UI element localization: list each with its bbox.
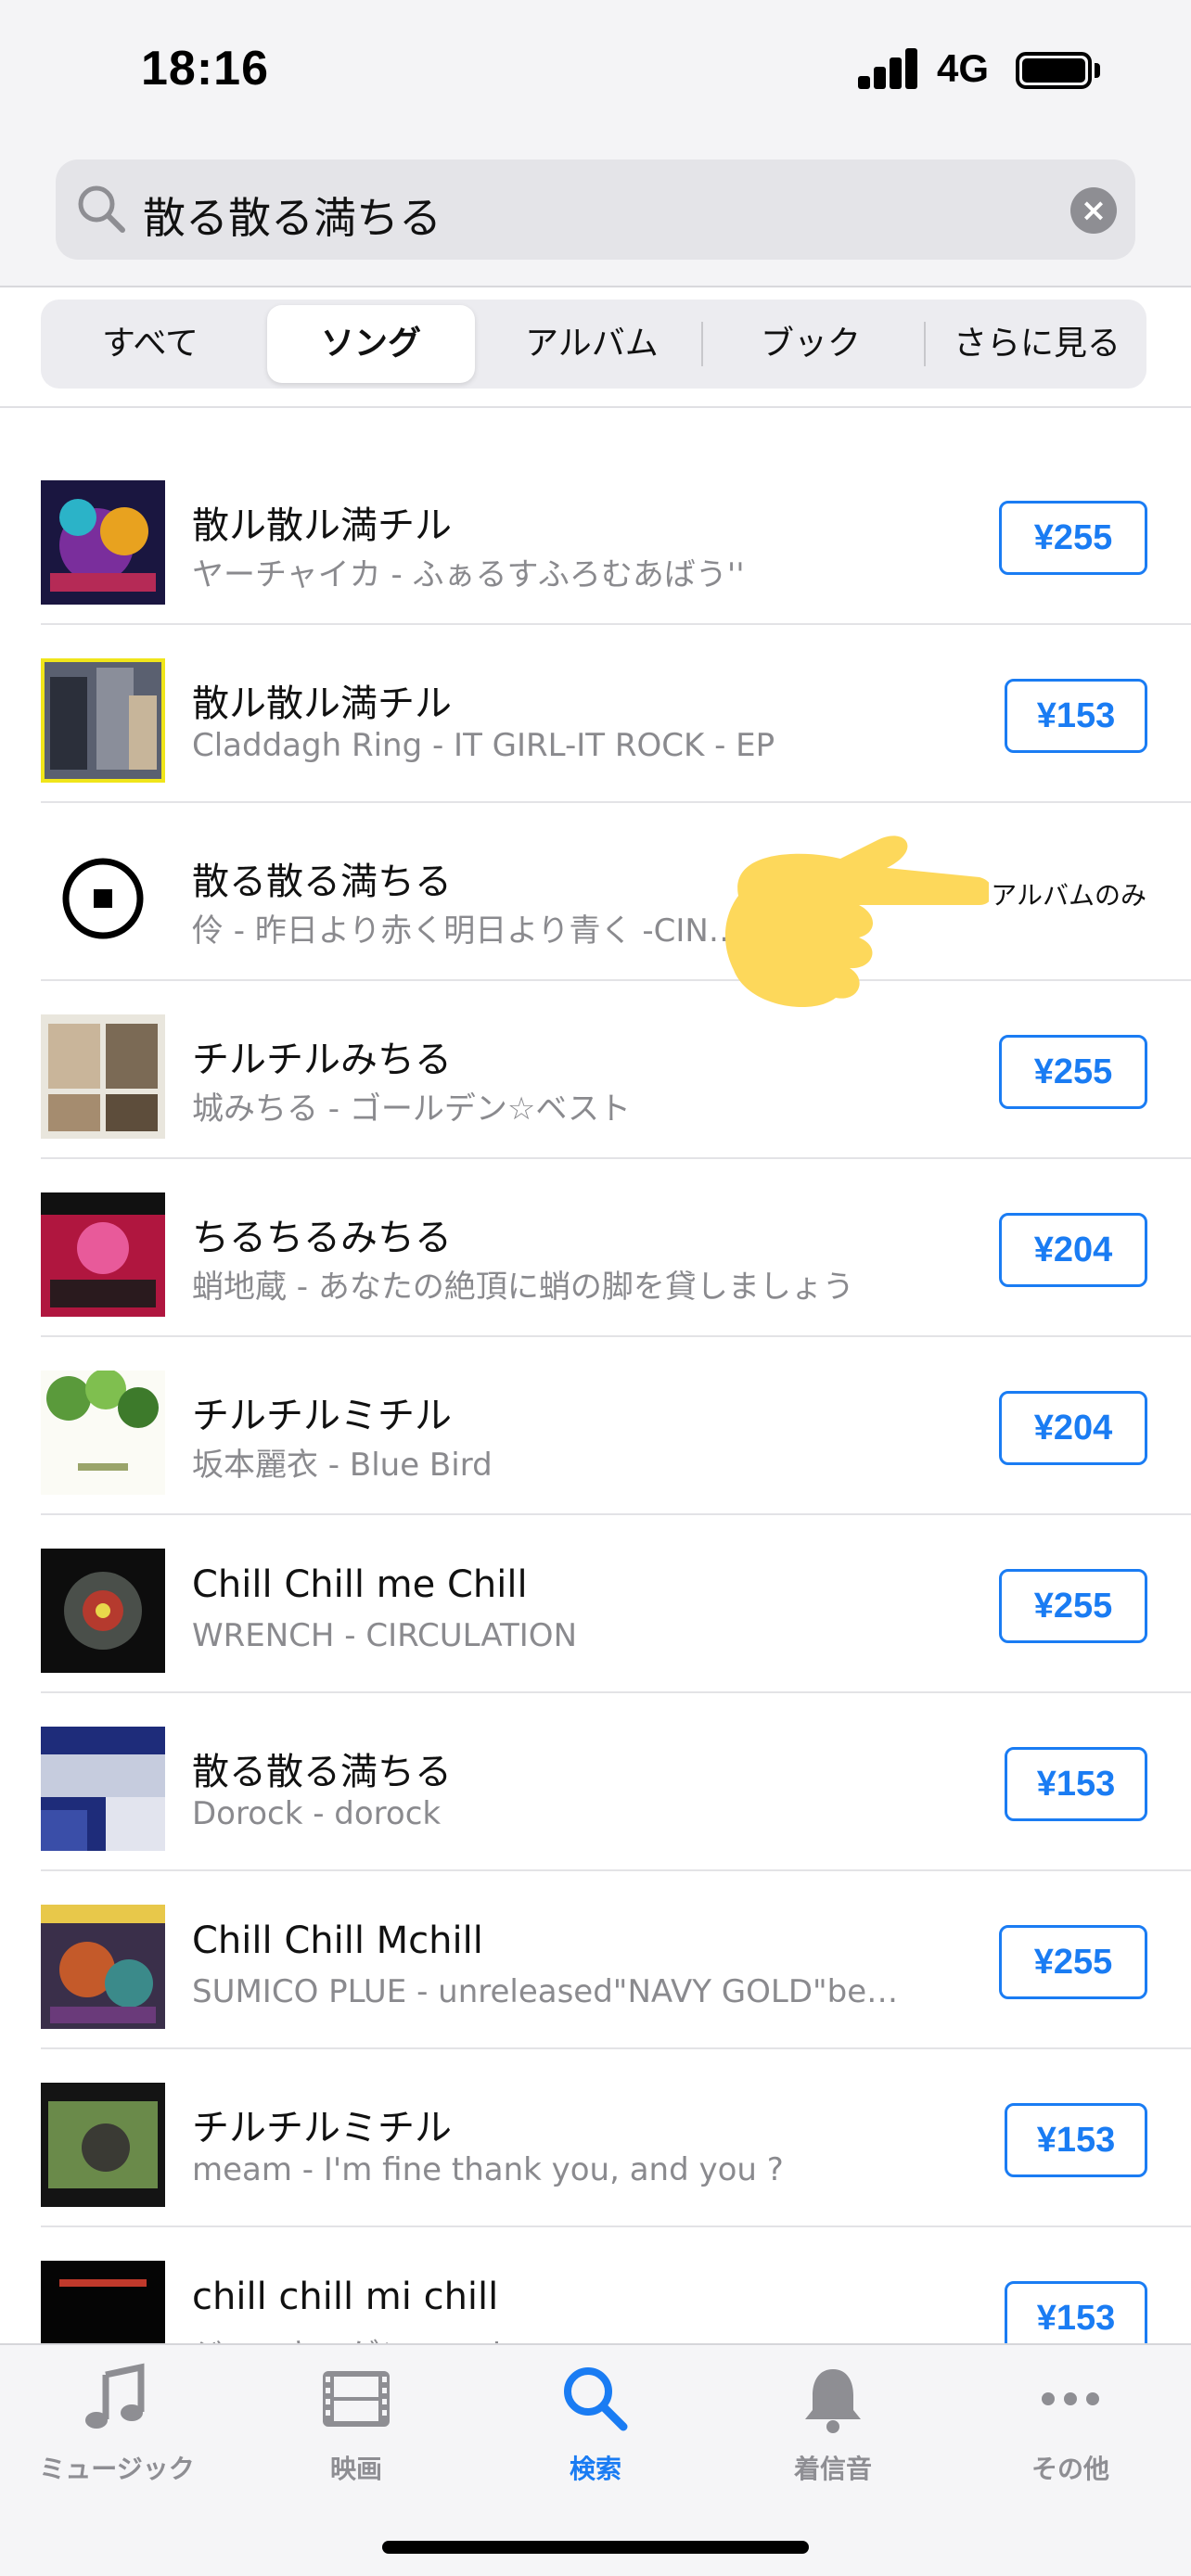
search-icon bbox=[78, 185, 125, 233]
price-button[interactable]: ¥255 bbox=[999, 501, 1147, 575]
song-subtitle: ヤーチャイカ - ふぁるすふろむあばう'' bbox=[192, 556, 745, 593]
tab-label: 着信音 bbox=[793, 2454, 872, 2484]
tab-label: 映画 bbox=[329, 2454, 382, 2484]
song-subtitle: Claddagh Ring - IT GIRL-IT ROCK - EP bbox=[192, 727, 775, 764]
song-subtitle: meam - I'm fine thank you, and you ? bbox=[192, 2151, 784, 2188]
song-subtitle: 蛸地蔵 - あなたの絶頂に蛸の脚を貸しましょう bbox=[192, 1269, 854, 1306]
scope-segmented-control: すべて ソング アルバム ブック さらに見る bbox=[41, 300, 1146, 389]
song-subtitle: 伶 - 昨日より赤く明日より青く -CIN… bbox=[192, 912, 740, 950]
album-art bbox=[41, 480, 165, 605]
price-button[interactable]: ¥204 bbox=[999, 1391, 1147, 1465]
price-button[interactable]: ¥153 bbox=[1005, 1747, 1147, 1821]
song-title: chill chill mi chill bbox=[192, 2276, 499, 2318]
status-time: 18:16 bbox=[141, 42, 269, 96]
bell-icon bbox=[805, 2369, 861, 2433]
list-item[interactable]: Chill Chill me Chill WRENCH - CIRCULATIO… bbox=[0, 1515, 1191, 1693]
results-list: 散ル散ル満チル ヤーチャイカ - ふぁるすふろむあばう'' ¥255 散ル散ル満… bbox=[0, 408, 1191, 2343]
list-item[interactable]: 散る散る満ちる Dorock - dorock ¥153 bbox=[0, 1693, 1191, 1871]
list-item[interactable]: チルチルみちる 城みちる - ゴールデン☆ベスト ¥255 bbox=[0, 981, 1191, 1159]
song-subtitle: WRENCH - CIRCULATION bbox=[192, 1617, 578, 1654]
song-title: チルチルミチル bbox=[192, 2107, 452, 2149]
status-bar: 18:16 4G bbox=[0, 0, 1191, 139]
home-indicator bbox=[382, 2541, 809, 2554]
tab-music[interactable]: ミュージック bbox=[24, 2362, 210, 2486]
tab-movies[interactable]: 映画 bbox=[263, 2362, 449, 2486]
segment-all[interactable]: すべて bbox=[50, 305, 250, 383]
tab-label: ミュージック bbox=[39, 2454, 195, 2484]
pointing-hand-icon bbox=[724, 835, 989, 1007]
song-subtitle: Dorock - dorock bbox=[192, 1795, 442, 1832]
price-button[interactable]: ¥204 bbox=[999, 1213, 1147, 1287]
album-art bbox=[41, 2083, 165, 2207]
album-art bbox=[41, 1727, 165, 1851]
tab-more[interactable]: その他 bbox=[978, 2362, 1163, 2486]
song-title: Chill Chill Mchill bbox=[192, 1919, 483, 1962]
album-art bbox=[41, 836, 165, 961]
song-title: Chill Chill me Chill bbox=[192, 1563, 528, 1606]
album-only-label: アルバムのみ bbox=[991, 880, 1146, 911]
price-button[interactable]: ¥255 bbox=[999, 1569, 1147, 1643]
song-title: 散る散る満ちる bbox=[192, 861, 452, 903]
album-art bbox=[41, 2261, 165, 2343]
list-item[interactable]: チルチルミチル 坂本麗衣 - Blue Bird ¥204 bbox=[0, 1337, 1191, 1515]
song-subtitle: ジャッキーゲン - caricatures bbox=[192, 2329, 618, 2343]
album-art bbox=[41, 1371, 165, 1495]
segment-songs[interactable]: ソング bbox=[267, 305, 475, 383]
price-button[interactable]: ¥255 bbox=[999, 1925, 1147, 1999]
search-field[interactable]: 散る散る満ちる × bbox=[56, 159, 1135, 260]
album-art bbox=[41, 658, 165, 783]
song-subtitle: SUMICO PLUE - unreleased"NAVY GOLD"be… bbox=[192, 1973, 899, 2010]
clear-icon[interactable]: × bbox=[1070, 187, 1117, 234]
list-item[interactable]: 散ル散ル満チル ヤーチャイカ - ふぁるすふろむあばう'' ¥255 bbox=[0, 447, 1191, 625]
list-item[interactable]: チルチルミチル meam - I'm fine thank you, and y… bbox=[0, 2049, 1191, 2227]
album-art bbox=[41, 1192, 165, 1317]
search-header: 散る散る満ちる × bbox=[0, 139, 1191, 287]
list-item[interactable]: chill chill mi chill ジャッキーゲン - caricatur… bbox=[0, 2227, 1191, 2343]
song-subtitle: 坂本麗衣 - Blue Bird bbox=[192, 1447, 493, 1484]
segment-books[interactable]: ブック bbox=[711, 305, 911, 383]
signal-icon bbox=[858, 46, 919, 89]
list-item[interactable]: ちるちるみちる 蛸地蔵 - あなたの絶頂に蛸の脚を貸しましょう ¥204 bbox=[0, 1159, 1191, 1337]
search-input[interactable]: 散る散る満ちる bbox=[143, 185, 442, 246]
price-button[interactable]: ¥153 bbox=[1005, 2103, 1147, 2177]
price-button[interactable]: ¥153 bbox=[1005, 2281, 1147, 2343]
battery-icon bbox=[1016, 52, 1092, 89]
song-title: チルチルミチル bbox=[192, 1395, 452, 1437]
album-art bbox=[41, 1014, 165, 1139]
list-item[interactable]: 散ル散ル満チル Claddagh Ring - IT GIRL-IT ROCK … bbox=[0, 625, 1191, 803]
tab-search[interactable]: 検索 bbox=[503, 2362, 688, 2486]
tab-label: 検索 bbox=[569, 2454, 621, 2484]
album-art bbox=[41, 1905, 165, 2029]
music-note-icon bbox=[85, 2363, 145, 2429]
network-type: 4G bbox=[937, 46, 990, 90]
price-button[interactable]: ¥153 bbox=[1005, 679, 1147, 753]
segment-albums[interactable]: アルバム bbox=[492, 305, 692, 383]
tab-ringtones[interactable]: 着信音 bbox=[740, 2362, 926, 2486]
more-icon bbox=[1042, 2392, 1099, 2405]
song-subtitle: 城みちる - ゴールデン☆ベスト bbox=[192, 1090, 632, 1128]
film-icon bbox=[323, 2371, 390, 2427]
song-title: チルチルみちる bbox=[192, 1039, 452, 1081]
album-art bbox=[41, 1549, 165, 1673]
segment-more[interactable]: さらに見る bbox=[933, 305, 1141, 383]
price-button[interactable]: ¥255 bbox=[999, 1035, 1147, 1109]
song-title: ちるちるみちる bbox=[192, 1217, 452, 1259]
song-title: 散ル散ル満チル bbox=[192, 682, 452, 725]
song-title: 散る散る満ちる bbox=[192, 1751, 452, 1793]
song-title: 散ル散ル満チル bbox=[192, 504, 452, 547]
list-item[interactable]: Chill Chill Mchill SUMICO PLUE - unrelea… bbox=[0, 1871, 1191, 2049]
search-tab-icon bbox=[564, 2367, 628, 2431]
tab-label: その他 bbox=[1031, 2454, 1109, 2484]
list-item[interactable]: 散る散る満ちる 伶 - 昨日より赤く明日より青く -CIN… アルバムのみ bbox=[0, 803, 1191, 981]
